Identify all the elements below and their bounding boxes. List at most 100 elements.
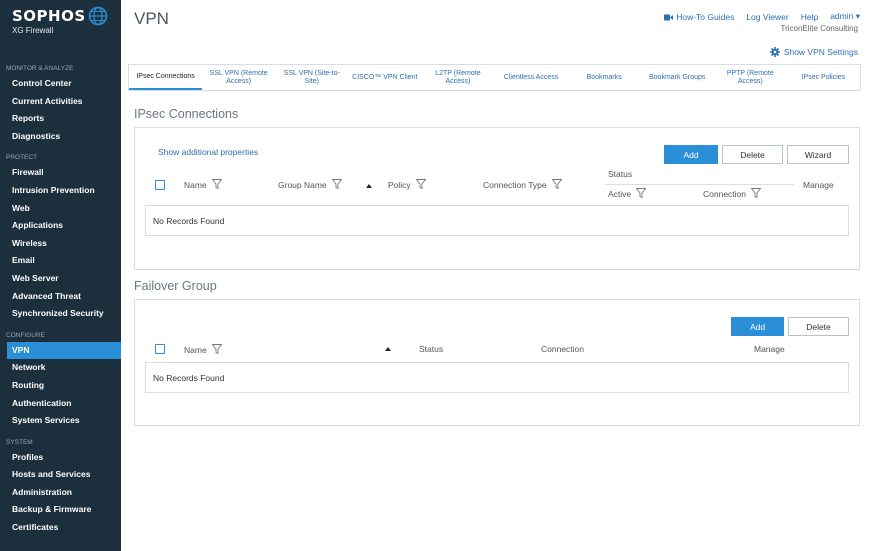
ipsec-add-button[interactable]: Add <box>664 145 718 164</box>
filter-icon[interactable] <box>551 179 563 191</box>
col-active: Active <box>608 188 647 200</box>
sidebar-item-firewall[interactable]: Firewall <box>0 164 121 182</box>
failover-heading: Failover Group <box>134 279 217 293</box>
sidebar-item-authentication[interactable]: Authentication <box>0 395 121 413</box>
show-additional-properties-link[interactable]: Show additional properties <box>158 147 258 157</box>
sidebar-item-network[interactable]: Network <box>0 359 121 377</box>
sidebar-section-title: PROTECT <box>6 154 38 162</box>
tab-l2tp-remote-access[interactable]: L2TP (Remote Access) <box>421 65 494 90</box>
sidebar-item-administration[interactable]: Administration <box>0 484 121 502</box>
sidebar-item-hosts-and-services[interactable]: Hosts and Services <box>0 466 121 484</box>
sidebar-item-synchronized-security[interactable]: Synchronized Security <box>0 305 121 323</box>
sidebar-item-reports[interactable]: Reports <box>0 110 121 128</box>
select-all-checkbox[interactable] <box>155 180 165 190</box>
tab-ipsec-connections[interactable]: IPsec Connections <box>129 65 203 90</box>
col-status: Status <box>608 169 632 179</box>
show-vpn-settings-link[interactable]: Show VPN Settings <box>769 47 858 57</box>
sidebar-item-vpn[interactable]: VPN <box>7 341 121 360</box>
globe-icon <box>88 6 108 26</box>
show-vpn-settings-label: Show VPN Settings <box>783 47 858 57</box>
tab-pptp-remote-access[interactable]: PPTP (Remote Access) <box>714 65 787 90</box>
ipsec-heading: IPsec Connections <box>134 107 239 121</box>
failover-delete-button[interactable]: Delete <box>788 317 849 336</box>
col-manage-label: Manage <box>754 344 785 354</box>
sidebar-item-routing[interactable]: Routing <box>0 377 121 395</box>
sidebar: SOPHOS XG Firewall MONITOR & ANALYZE Cont… <box>0 0 121 551</box>
col-connection-type-label: Connection Type <box>483 180 547 190</box>
sidebar-section-title: SYSTEM <box>6 438 33 446</box>
col-status-label: Status <box>419 344 444 354</box>
filter-icon[interactable] <box>211 344 223 356</box>
sidebar-item-web[interactable]: Web <box>0 200 121 218</box>
ipsec-wizard-button[interactable]: Wizard <box>787 145 849 164</box>
admin-menu[interactable]: admin ▾ <box>830 11 860 22</box>
sidebar-item-advanced-threat[interactable]: Advanced Threat <box>0 288 121 306</box>
sidebar-item-diagnostics[interactable]: Diagnostics <box>0 128 121 146</box>
sidebar-item-system-services[interactable]: System Services <box>0 412 121 430</box>
col-name: Name <box>184 344 223 356</box>
help-link[interactable]: Help <box>801 12 818 22</box>
failover-panel: Add Delete Name Status Connection Manage… <box>134 299 860 426</box>
col-name-label: Name <box>184 180 207 190</box>
sidebar-item-web-server[interactable]: Web Server <box>0 270 121 288</box>
sidebar-item-control-center[interactable]: Control Center <box>0 75 121 93</box>
col-manage-label: Manage <box>803 180 834 190</box>
col-connection-type: Connection Type <box>483 179 563 191</box>
col-status-label: Status <box>608 169 633 179</box>
col-status: Status <box>419 344 443 354</box>
sidebar-nav: MONITOR & ANALYZE Control Center Current A… <box>0 62 121 537</box>
col-name-label: Name <box>184 345 207 355</box>
tab-bookmarks[interactable]: Bookmarks <box>568 65 641 90</box>
empty-state-row: No Records Found <box>145 205 849 236</box>
sidebar-item-certificates[interactable]: Certificates <box>0 519 121 537</box>
tab-bookmark-groups[interactable]: Bookmark Groups <box>641 65 714 90</box>
filter-icon[interactable] <box>635 188 647 200</box>
logo: SOPHOS XG Firewall <box>0 0 121 56</box>
product-name: XG Firewall <box>12 26 54 35</box>
col-active-label: Active <box>608 189 632 199</box>
col-manage: Manage <box>754 344 785 354</box>
sidebar-item-backup-firmware[interactable]: Backup & Firmware <box>0 501 121 519</box>
col-manage: Manage <box>803 180 834 190</box>
company-name: TriconElite Consulting <box>780 24 858 33</box>
ipsec-panel: Show additional properties Add Delete Wi… <box>134 127 860 270</box>
video-icon <box>664 14 674 21</box>
sidebar-item-profiles[interactable]: Profiles <box>0 449 121 467</box>
sort-ascending-icon[interactable] <box>385 347 391 351</box>
select-all-checkbox[interactable] <box>155 344 165 354</box>
log-viewer-link[interactable]: Log Viewer <box>746 12 788 22</box>
sort-ascending-icon[interactable] <box>366 184 372 188</box>
filter-icon[interactable] <box>750 188 762 200</box>
tab-cisco-vpn-client[interactable]: CISCO™ VPN Client <box>348 65 421 90</box>
filter-icon[interactable] <box>415 179 427 191</box>
sidebar-section-title: CONFIGURE <box>6 331 45 339</box>
col-group-name: Group Name <box>278 179 343 191</box>
top-links: How-To Guides Log Viewer Help admin ▾ <box>664 11 860 22</box>
admin-label: admin <box>830 11 854 21</box>
tab-ssl-vpn-remote-access[interactable]: SSL VPN (Remote Access) <box>202 65 275 90</box>
sidebar-item-email[interactable]: Email <box>0 252 121 270</box>
sidebar-item-wireless[interactable]: Wireless <box>0 235 121 253</box>
tab-ssl-vpn-site-to-site[interactable]: SSL VPN (Site-to-Site) <box>275 65 348 90</box>
failover-add-button[interactable]: Add <box>731 317 784 336</box>
filter-icon[interactable] <box>211 179 223 191</box>
col-group-name-label: Group Name <box>278 180 327 190</box>
sidebar-item-applications[interactable]: Applications <box>0 217 121 235</box>
col-connection-label: Connection <box>541 344 585 354</box>
status-divider <box>605 184 794 185</box>
gear-icon <box>769 47 780 57</box>
caret-down-icon: ▾ <box>855 11 860 21</box>
col-connection: Connection <box>703 188 762 200</box>
sidebar-section-title: MONITOR & ANALYZE <box>6 65 74 72</box>
how-to-guides-link[interactable]: How-To Guides <box>664 12 734 22</box>
col-connection: Connection <box>541 344 584 354</box>
tab-ipsec-policies[interactable]: IPsec Policies <box>787 65 860 90</box>
sidebar-item-current-activities[interactable]: Current Activities <box>0 93 121 111</box>
filter-icon[interactable] <box>331 179 343 191</box>
sidebar-item-intrusion-prevention[interactable]: Intrusion Prevention <box>0 182 121 200</box>
tab-clientless-access[interactable]: Clientless Access <box>494 65 567 90</box>
col-connection-label: Connection <box>703 189 747 199</box>
ipsec-delete-button[interactable]: Delete <box>722 145 783 164</box>
page-title: VPN <box>134 9 169 28</box>
empty-state-row: No Records Found <box>145 362 849 393</box>
